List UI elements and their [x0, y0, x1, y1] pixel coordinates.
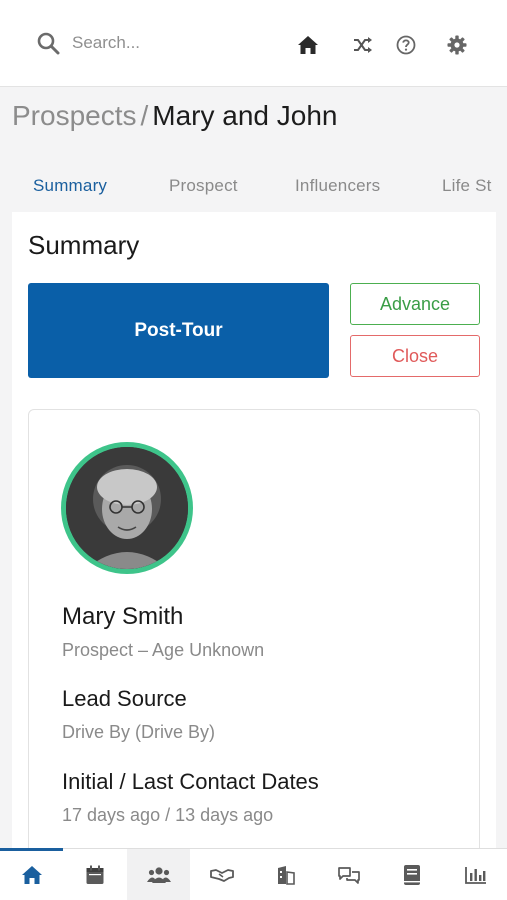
gear-icon[interactable] [446, 34, 468, 56]
breadcrumb: Prospects / Mary and John [12, 96, 338, 136]
stage-button[interactable]: Post-Tour [28, 283, 329, 378]
handshake-icon [209, 869, 234, 882]
tab-prospect[interactable]: Prospect [169, 176, 238, 196]
nav-book[interactable] [380, 849, 443, 900]
tab-summary[interactable]: Summary [33, 176, 107, 196]
tab-influencers[interactable]: Influencers [295, 176, 380, 196]
section-title: Summary [28, 230, 140, 260]
breadcrumb-current: Mary and John [152, 100, 338, 131]
contact-dates-label: Initial / Last Contact Dates [62, 769, 319, 794]
summary-panel: Summary Post-Tour Advance Close Mary Smi… [12, 212, 496, 900]
nav-chat[interactable] [317, 849, 380, 900]
search-input[interactable] [72, 30, 272, 56]
prospect-name: Mary Smith [62, 603, 184, 630]
home-icon [21, 866, 42, 884]
close-button[interactable]: Close [350, 335, 480, 377]
breadcrumb-separator: / [140, 100, 149, 131]
top-bar [0, 0, 507, 87]
building-icon [277, 866, 295, 885]
book-icon [403, 865, 420, 885]
nav-reports[interactable] [444, 849, 507, 900]
avatar-photo [66, 447, 188, 569]
search-icon[interactable] [36, 31, 60, 55]
help-icon[interactable] [395, 34, 417, 56]
advance-button[interactable]: Advance [350, 283, 480, 325]
home-icon[interactable] [297, 34, 319, 56]
contact-dates-value: 17 days ago / 13 days ago [62, 805, 274, 825]
nav-calendar[interactable] [63, 849, 126, 900]
prospect-card: Mary Smith Prospect – Age Unknown Lead S… [28, 409, 480, 869]
tab-life-story[interactable]: Life St [442, 176, 492, 196]
bottom-nav [0, 848, 507, 900]
people-icon [146, 867, 171, 883]
calendar-icon [86, 865, 103, 884]
avatar[interactable] [61, 442, 193, 574]
prospect-subtitle: Prospect – Age Unknown [62, 640, 265, 660]
chat-icon [337, 867, 360, 884]
nav-people[interactable] [127, 849, 190, 900]
breadcrumb-parent-link[interactable]: Prospects [12, 100, 137, 131]
shuffle-icon[interactable] [352, 34, 374, 56]
nav-home[interactable] [0, 849, 63, 900]
lead-source-value: Drive By (Drive By) [62, 722, 216, 742]
tab-bar: Summary Prospect Influencers Life St [0, 168, 507, 208]
nav-building[interactable] [254, 849, 317, 900]
chart-icon [464, 867, 486, 884]
lead-source-label: Lead Source [62, 686, 187, 711]
nav-handshake[interactable] [190, 849, 253, 900]
